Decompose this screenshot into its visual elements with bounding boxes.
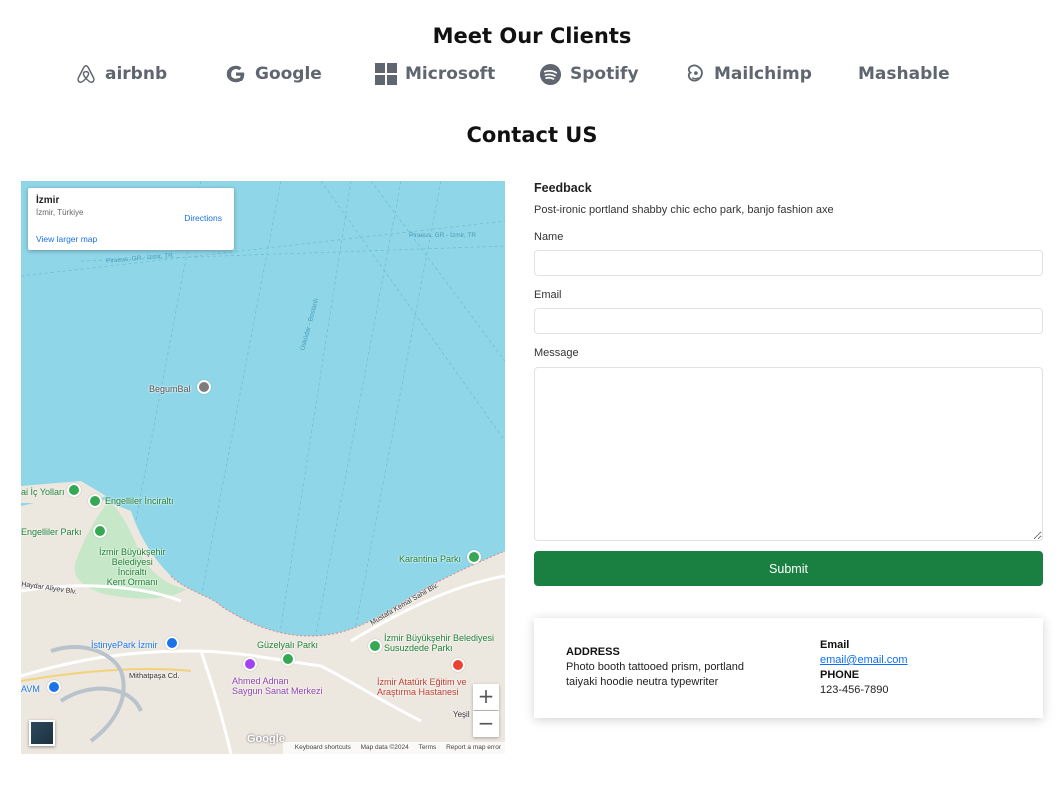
message-textarea[interactable] — [534, 367, 1043, 541]
clients-logos: airbnb Google Microsoft Spotify Mailchim… — [0, 60, 1064, 88]
keyboard-shortcuts-link[interactable]: Keyboard shortcuts — [295, 744, 351, 751]
park-pin-icon[interactable] — [88, 494, 102, 508]
client-name: Microsoft — [405, 64, 496, 84]
address-heading: ADDRESS — [566, 646, 620, 658]
map-attribution: Keyboard shortcuts Map data ©2024 Terms … — [282, 742, 505, 754]
client-name: Mashable — [858, 64, 950, 84]
client-airbnb: airbnb — [75, 60, 167, 88]
message-label: Message — [534, 347, 579, 359]
map-label-engelliler-inciralti: Engelliler İnciraltı — [105, 496, 174, 506]
client-spotify: Spotify — [539, 60, 639, 88]
contact-title: Contact US — [466, 123, 598, 147]
map-label-susuzdede: İzmir Büyükşehir Belediyesi Susuzdede Pa… — [384, 633, 495, 653]
zoom-out-button[interactable]: − — [473, 711, 499, 737]
spotify-icon — [539, 63, 562, 85]
map-embed[interactable]: İzmir İzmir, Türkiye Directions View lar… — [21, 181, 505, 754]
shopping-pin-icon[interactable] — [165, 636, 179, 650]
map-background — [21, 181, 505, 754]
zoom-in-button[interactable]: + — [473, 684, 499, 710]
terms-link[interactable]: Terms — [419, 744, 437, 751]
phone-text: 123-456-7890 — [820, 684, 889, 696]
map-layer-toggle[interactable] — [29, 720, 55, 746]
name-label: Name — [534, 231, 564, 243]
map-label-yesil: Yeşil — [453, 710, 470, 719]
client-name: Google — [255, 64, 322, 84]
arts-pin-icon[interactable] — [243, 657, 257, 671]
map-label-kent-ormani: İzmir Büyükşehir Belediyesi İnciraltı Ke… — [99, 547, 166, 587]
map-label-ahmed-adnan: Ahmed Adnan Saygun Sanat Merkezi — [232, 676, 323, 696]
map-label-engelliler-parki: Engelliler Parkı — [21, 527, 82, 537]
mailchimp-icon — [687, 64, 703, 82]
park-pin-icon[interactable] — [93, 524, 107, 538]
park-pin-icon[interactable] — [67, 483, 81, 497]
park-pin-icon[interactable] — [467, 550, 481, 564]
phone-heading: PHONE — [820, 669, 860, 681]
report-error-link[interactable]: Report a map error — [446, 744, 501, 751]
google-logo: Google — [247, 733, 285, 745]
map-label-mithatpasa: Mithatpaşa Cd. — [129, 671, 180, 680]
map-label-ic-yollari: ai İç Yolları — [21, 487, 65, 497]
shopping-pin-icon[interactable] — [47, 680, 61, 694]
client-name: Mailchimp — [714, 64, 812, 84]
map-label-ataturk: İzmir Atatürk Eğitim ve Araştırma Hastan… — [377, 677, 467, 697]
client-name: Spotify — [570, 64, 639, 84]
map-view-larger-link[interactable]: View larger map — [36, 234, 97, 244]
email-label: Email — [534, 289, 562, 301]
client-microsoft: Microsoft — [375, 60, 495, 88]
contact-info-card: ADDRESS Photo booth tattooed prism, port… — [534, 618, 1043, 718]
airbnb-icon — [77, 65, 95, 83]
client-mailchimp: Mailchimp — [684, 60, 812, 88]
client-name: airbnb — [105, 64, 168, 84]
client-mashable: Mashable — [858, 60, 950, 88]
park-pin-icon[interactable] — [281, 652, 295, 666]
map-label-guzelyali: Güzelyalı Parkı — [257, 640, 319, 650]
map-label-route: Piraeus, GR - İzmir, TR — [409, 232, 477, 239]
map-label-karantina: Karantina Parkı — [399, 554, 462, 564]
email-link[interactable]: email@email.com — [820, 654, 908, 666]
map-label-avm: AVM — [21, 684, 40, 694]
address-text: Photo booth tattooed prism, portland tai… — [566, 661, 744, 688]
name-input[interactable] — [534, 250, 1043, 276]
map-data-text: Map data ©2024 — [360, 744, 409, 751]
feedback-title: Feedback — [534, 181, 592, 195]
hospital-pin-icon[interactable] — [451, 658, 465, 672]
microsoft-icon — [375, 63, 397, 85]
map-label-begumbal: BegumBal — [149, 384, 191, 394]
client-google: Google — [225, 60, 322, 88]
email-input[interactable] — [534, 308, 1043, 334]
feedback-description: Post-ironic portland shabby chic echo pa… — [534, 204, 834, 216]
map-place-name: İzmir — [36, 195, 60, 206]
map-directions-link[interactable]: Directions — [184, 213, 222, 223]
feedback-form: Feedback Post-ironic portland shabby chi… — [534, 181, 1043, 586]
google-icon — [226, 65, 245, 83]
submit-button[interactable]: Submit — [534, 551, 1043, 586]
email-heading: Email — [820, 639, 850, 651]
map-info-card: İzmir İzmir, Türkiye Directions View lar… — [28, 188, 234, 250]
map-label-istinyepark: İstinyePark İzmir — [91, 640, 158, 650]
clients-title: Meet Our Clients — [432, 24, 632, 48]
map-pin-icon[interactable] — [197, 380, 211, 394]
park-pin-icon[interactable] — [368, 639, 382, 653]
